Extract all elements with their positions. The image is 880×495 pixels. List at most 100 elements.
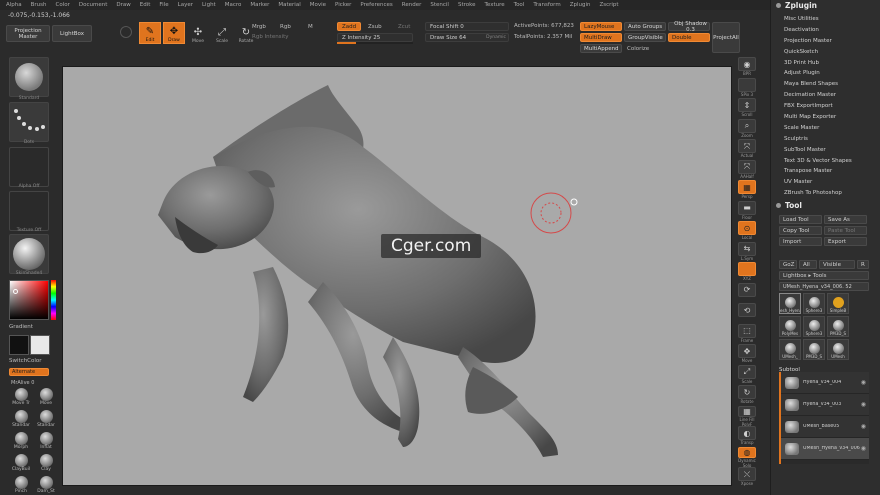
focal-shift-slider[interactable]: Focal Shift 0 xyxy=(425,22,509,31)
brush-item[interactable]: Move xyxy=(34,388,58,409)
visibility-eye-icon[interactable]: ◉ xyxy=(861,423,866,430)
main-color-swatch[interactable] xyxy=(9,335,29,355)
plugin-item[interactable]: FBX ExportImport xyxy=(771,101,880,112)
plugin-item[interactable]: Multi Map Exporter xyxy=(771,112,880,123)
zcut-button[interactable]: Zcut xyxy=(398,24,410,30)
brush-item[interactable]: ClayBuil xyxy=(9,454,33,475)
menu-item-material[interactable]: Material xyxy=(278,2,300,8)
switchcolor-button[interactable]: SwitchColor xyxy=(9,358,42,364)
secondary-color-swatch[interactable] xyxy=(30,335,50,355)
shelf-zoom-button[interactable]: ⌕ Zoom xyxy=(736,118,758,140)
lazymouse-button[interactable]: LazyMouse xyxy=(580,22,622,31)
plugin-item[interactable]: Maya Blend Shapes xyxy=(771,79,880,90)
plugin-item[interactable]: Transpose Master xyxy=(771,166,880,177)
menu-item-zscript[interactable]: Zscript xyxy=(599,2,618,8)
menu-item-movie[interactable]: Movie xyxy=(310,2,326,8)
menu-item-color[interactable]: Color xyxy=(56,2,70,8)
draw-size-slider[interactable]: Draw Size 64 Dynamic xyxy=(425,33,509,42)
plugin-item[interactable]: UV Master xyxy=(771,177,880,188)
material-selector[interactable] xyxy=(9,234,49,274)
brush-selector[interactable] xyxy=(9,57,49,97)
zsub-button[interactable]: Zsub xyxy=(368,24,382,30)
tool-thumbnail[interactable]: PolyMes xyxy=(779,316,801,337)
shelf-xpose-button[interactable]: ⤬ Xpose xyxy=(736,467,758,488)
quick-sketch-icon[interactable] xyxy=(120,26,132,38)
dynamic-toggle[interactable]: Dynamic xyxy=(486,35,506,40)
gradient-label[interactable]: Gradient xyxy=(9,324,33,330)
plugin-item[interactable]: Misc Utilities xyxy=(771,14,880,25)
shelf-line-fill-polyf-button[interactable]: ▦ Line Fill PolyF xyxy=(736,405,758,427)
menu-item-stencil[interactable]: Stencil xyxy=(430,2,449,8)
texture-selector[interactable] xyxy=(9,191,49,231)
menu-item-render[interactable]: Render xyxy=(402,2,422,8)
shelf-scale-button[interactable]: ⤢ Scale xyxy=(736,364,758,386)
mralive-slider[interactable]: MrAlive 0 xyxy=(11,380,34,386)
tool-thumbnail[interactable]: PM3D_S xyxy=(803,339,825,360)
menu-item-stroke[interactable]: Stroke xyxy=(458,2,476,8)
brush-item[interactable]: Standar xyxy=(9,410,33,431)
tool-scale-button[interactable]: ⤢ Scale xyxy=(211,22,233,44)
menu-item-layer[interactable]: Layer xyxy=(178,2,193,8)
shelf-frame-button[interactable]: ⬚ Frame xyxy=(736,323,758,345)
import-button[interactable]: Import xyxy=(779,237,822,246)
hue-slider[interactable] xyxy=(51,280,56,320)
alpha-selector[interactable] xyxy=(9,147,49,187)
shelf-rotate-button[interactable]: ↻ Rotate xyxy=(736,385,758,406)
visibility-eye-icon[interactable]: ◉ xyxy=(861,401,866,408)
colorize-button[interactable]: Colorize xyxy=(627,46,649,52)
load-tool-button[interactable]: Load Tool xyxy=(779,215,822,224)
paste-tool-button[interactable]: Paste Tool xyxy=(824,226,867,235)
save-as-button[interactable]: Save As xyxy=(824,215,867,224)
tool-thumbnail[interactable]: SimpleB xyxy=(827,293,849,314)
copy-tool-button[interactable]: Copy Tool xyxy=(779,226,822,235)
shelf-dynamic-solo-button[interactable]: ◍ Dynamic Solo xyxy=(736,446,758,468)
menu-item-light[interactable]: Light xyxy=(202,2,216,8)
subtool-row[interactable]: Hyena_v34_003 ◉ xyxy=(781,394,869,416)
groupvisible-button[interactable]: GroupVisible xyxy=(624,33,666,42)
plugin-item[interactable]: QuickSketch xyxy=(771,47,880,58)
shelf-bpr-button[interactable]: ◉ BPR xyxy=(736,57,758,78)
double-button[interactable]: Double xyxy=(668,33,710,42)
menu-item-zplugin[interactable]: Zplugin xyxy=(570,2,591,8)
menu-item-preferences[interactable]: Preferences xyxy=(360,2,392,8)
menu-item-file[interactable]: File xyxy=(159,2,168,8)
r-button[interactable]: R xyxy=(857,260,869,269)
rgb-button[interactable]: Rgb xyxy=(280,24,291,30)
tool-thumbnail[interactable]: UMesh_Hyena_v xyxy=(779,293,801,314)
brush-item[interactable]: Pinch xyxy=(9,476,33,495)
menu-item-macro[interactable]: Macro xyxy=(225,2,242,8)
lightbox-button[interactable]: LightBox xyxy=(52,25,92,42)
menu-item-draw[interactable]: Draw xyxy=(116,2,130,8)
z-intensity-slider[interactable]: Z Intensity 25 xyxy=(337,33,413,42)
tool-move-button[interactable]: ✣ Move xyxy=(187,22,209,44)
menu-item-picker[interactable]: Picker xyxy=(335,2,351,8)
current-tool-slider[interactable]: UMesh_Hyena_v34_006. 52 xyxy=(779,282,869,291)
plugin-item[interactable]: ZBrush To Photoshop xyxy=(771,188,880,199)
subtool-row[interactable]: Hyena_v34_004 ◉ xyxy=(781,372,869,394)
brush-item[interactable]: Clay xyxy=(34,454,58,475)
viewport-canvas[interactable]: Cger.com xyxy=(62,66,732,486)
plugin-item[interactable]: Scale Master xyxy=(771,123,880,134)
shelf-floor-button[interactable]: ▬ Floor xyxy=(736,200,758,222)
color-picker[interactable] xyxy=(9,280,49,320)
menu-item-edit[interactable]: Edit xyxy=(140,2,151,8)
menu-item-transform[interactable]: Transform xyxy=(533,2,560,8)
multiappend-button[interactable]: MultiAppend xyxy=(580,44,622,53)
visible-button[interactable]: Visible xyxy=(819,260,855,269)
subtool-row[interactable]: UMesh_Base05 ◉ xyxy=(781,416,869,438)
tool-draw-button[interactable]: ✥ Draw xyxy=(163,22,185,44)
mrgb-button[interactable]: Mrgb xyxy=(252,24,266,30)
shelf-rotate-z-icon-button[interactable]: ⟲ xyxy=(736,303,758,324)
menu-item-brush[interactable]: Brush xyxy=(31,2,47,8)
shelf-xyz-button[interactable]: XYZ xyxy=(736,262,758,283)
projection-master-button[interactable]: Projection Master xyxy=(6,25,50,42)
shelf-aahalf-button[interactable]: ⤧ AAHalf xyxy=(736,159,758,181)
tool-thumbnail[interactable]: UMesh_ xyxy=(779,339,801,360)
brush-item[interactable]: Dam_St xyxy=(34,476,58,495)
shelf-persp-button[interactable]: ▦ Persp xyxy=(736,180,758,201)
visibility-eye-icon[interactable]: ◉ xyxy=(861,379,866,386)
lightbox-tools-button[interactable]: Lightbox ▸ Tools xyxy=(779,271,869,280)
tool-thumbnail[interactable]: Sphere3 xyxy=(803,293,825,314)
obj-shadow-slider[interactable]: Obj Shadow 0.3 xyxy=(668,21,710,33)
brush-item[interactable]: Standar xyxy=(34,410,58,431)
